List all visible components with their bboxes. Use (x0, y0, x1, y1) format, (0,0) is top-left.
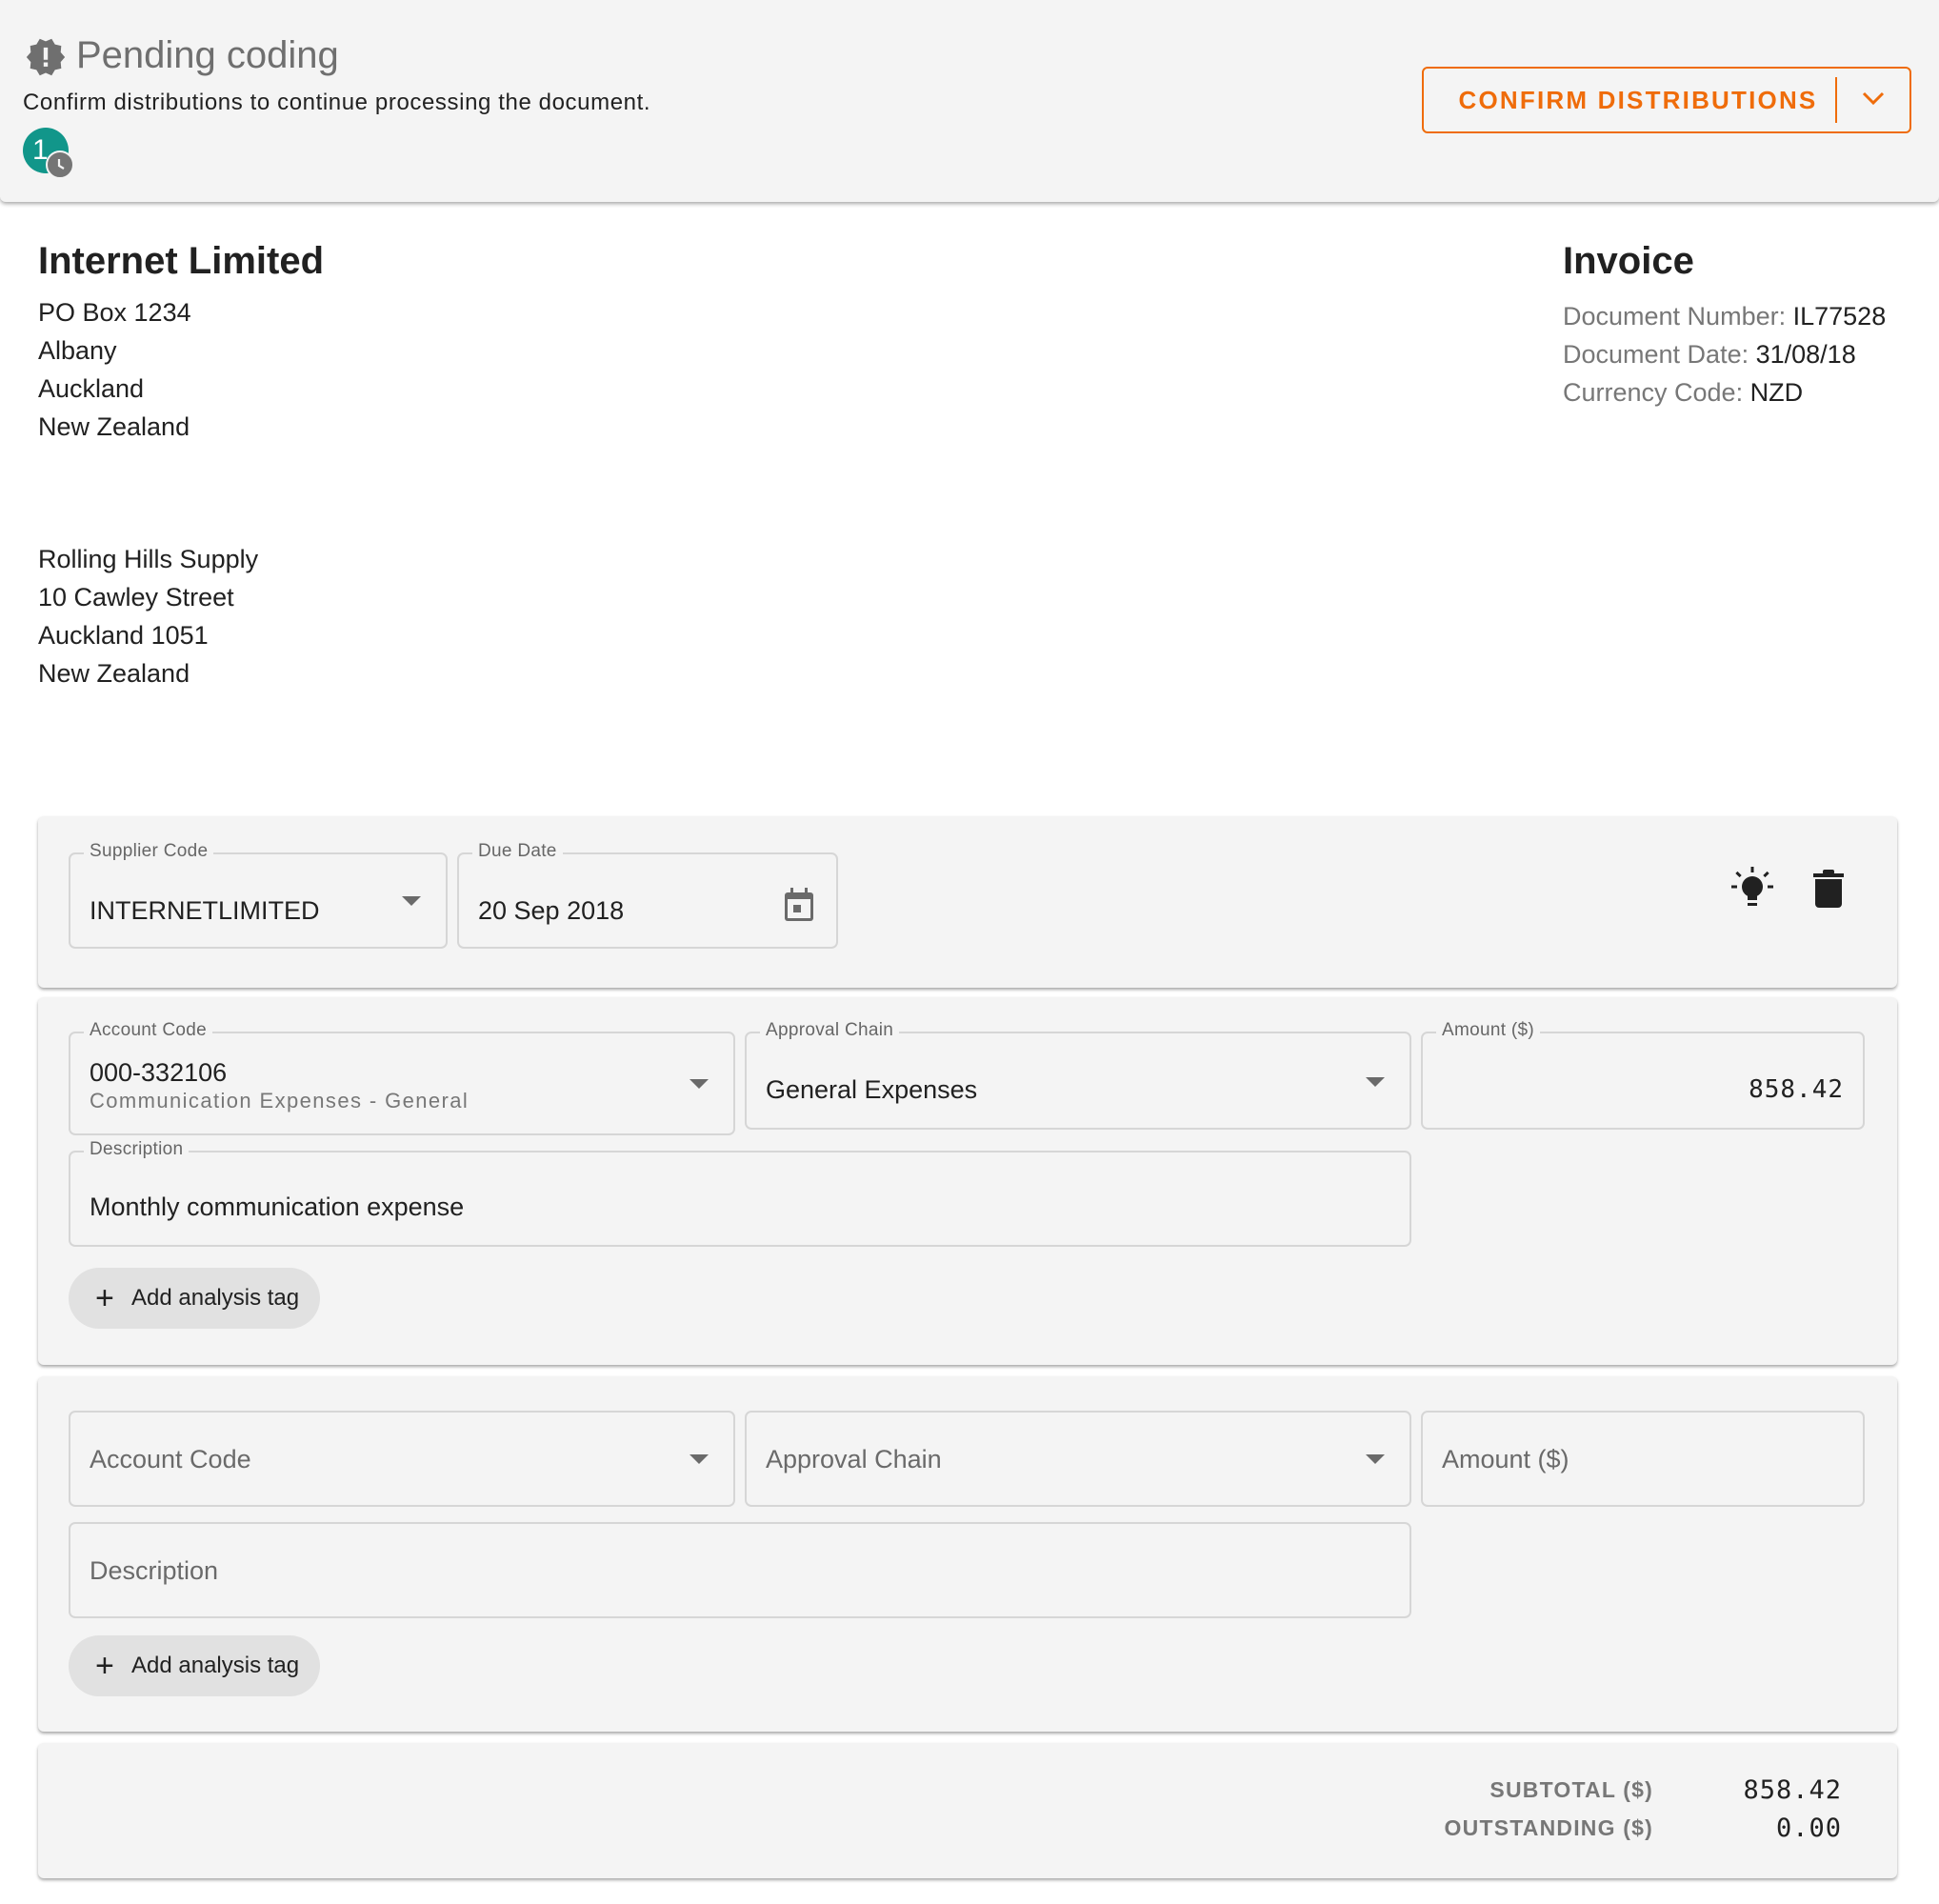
amount-input[interactable]: Amount ($) 858.42 (1421, 1020, 1865, 1130)
dropdown-arrow-icon (1366, 1454, 1385, 1464)
alert-badge-icon (25, 36, 67, 78)
clock-icon (46, 150, 74, 179)
supplier-code-select[interactable]: Supplier Code INTERNETLIMITED (69, 841, 448, 949)
document-date: Document Date: 31/08/18 (1563, 340, 1856, 369)
document-type-title: Invoice (1563, 240, 1694, 282)
recipient-block: Rolling Hills Supply 10 Cawley Street Au… (38, 540, 258, 692)
outstanding-value: 0.00 (1775, 1814, 1842, 1843)
subtotal-label: SUBTOTAL ($) (1489, 1777, 1653, 1802)
lightbulb-icon (1729, 866, 1775, 916)
account-code-select[interactable]: Account Code 000-332106 Communication Ex… (69, 1020, 735, 1135)
document-number: Document Number: IL77528 (1563, 302, 1887, 331)
supplier-block: Internet Limited PO Box 1234 Albany Auck… (38, 240, 324, 446)
recipient-address-line: Auckland 1051 (38, 621, 209, 650)
supplier-address-line: New Zealand (38, 412, 190, 441)
confirm-options-button[interactable] (1837, 90, 1909, 111)
status-subtitle: Confirm distributions to continue proces… (23, 90, 651, 115)
due-date-field[interactable]: Due Date 20 Sep 2018 (457, 841, 838, 949)
suggest-coding-button[interactable] (1726, 864, 1779, 917)
supplier-name: Internet Limited (38, 240, 325, 282)
invoice-meta: Invoice Document Number: IL77528 Documen… (1563, 240, 1886, 411)
status-header: Pending coding Confirm distributions to … (0, 0, 1939, 202)
trash-icon (1812, 869, 1845, 913)
currency-code: Currency Code: NZD (1563, 378, 1804, 407)
supplier-address-line: PO Box 1234 (38, 298, 191, 327)
add-analysis-tag-button[interactable]: + Add analysis tag (69, 1635, 320, 1696)
supplier-address-line: Albany (38, 336, 117, 365)
status-title: Pending coding (76, 34, 339, 76)
dropdown-arrow-icon (690, 1079, 709, 1089)
description-input[interactable]: Description Monthly communication expens… (69, 1139, 1411, 1247)
account-code-select[interactable]: Account Code (69, 1411, 735, 1507)
subtotal-value: 858.42 (1743, 1775, 1842, 1805)
confirm-distributions-button[interactable]: CONFIRM DISTRIBUTIONS (1424, 86, 1835, 115)
chevron-down-icon (1861, 90, 1886, 111)
distribution-card: Account Code 000-332106 Communication Ex… (38, 997, 1897, 1365)
supplier-address-line: Auckland (38, 374, 145, 403)
calendar-icon[interactable] (783, 887, 815, 928)
document-fields-card: Supplier Code INTERNETLIMITED Due Date 2… (38, 816, 1897, 988)
approval-chain-select[interactable]: Approval Chain General Expenses (745, 1020, 1411, 1130)
dropdown-arrow-icon (1366, 1077, 1385, 1087)
dropdown-arrow-icon (402, 896, 421, 906)
plus-icon: + (95, 1280, 114, 1316)
description-input[interactable]: Description (69, 1522, 1411, 1618)
distribution-card: Account Code Approval Chain Amount ($) D… (38, 1376, 1897, 1732)
outstanding-label: OUTSTANDING ($) (1444, 1815, 1653, 1840)
recipient-address-line: 10 Cawley Street (38, 583, 234, 611)
approval-chain-select[interactable]: Approval Chain (745, 1411, 1411, 1507)
recipient-address-line: Rolling Hills Supply (38, 545, 259, 573)
recipient-address-line: New Zealand (38, 659, 190, 688)
totals-card: SUBTOTAL ($) 858.42 OUTSTANDING ($) 0.00 (38, 1743, 1897, 1878)
add-analysis-tag-button[interactable]: + Add analysis tag (69, 1268, 320, 1329)
delete-document-button[interactable] (1802, 864, 1855, 917)
amount-input[interactable]: Amount ($) (1421, 1411, 1865, 1507)
confirm-distributions-split-button: CONFIRM DISTRIBUTIONS (1422, 67, 1911, 133)
plus-icon: + (95, 1648, 114, 1684)
dropdown-arrow-icon (690, 1454, 709, 1464)
